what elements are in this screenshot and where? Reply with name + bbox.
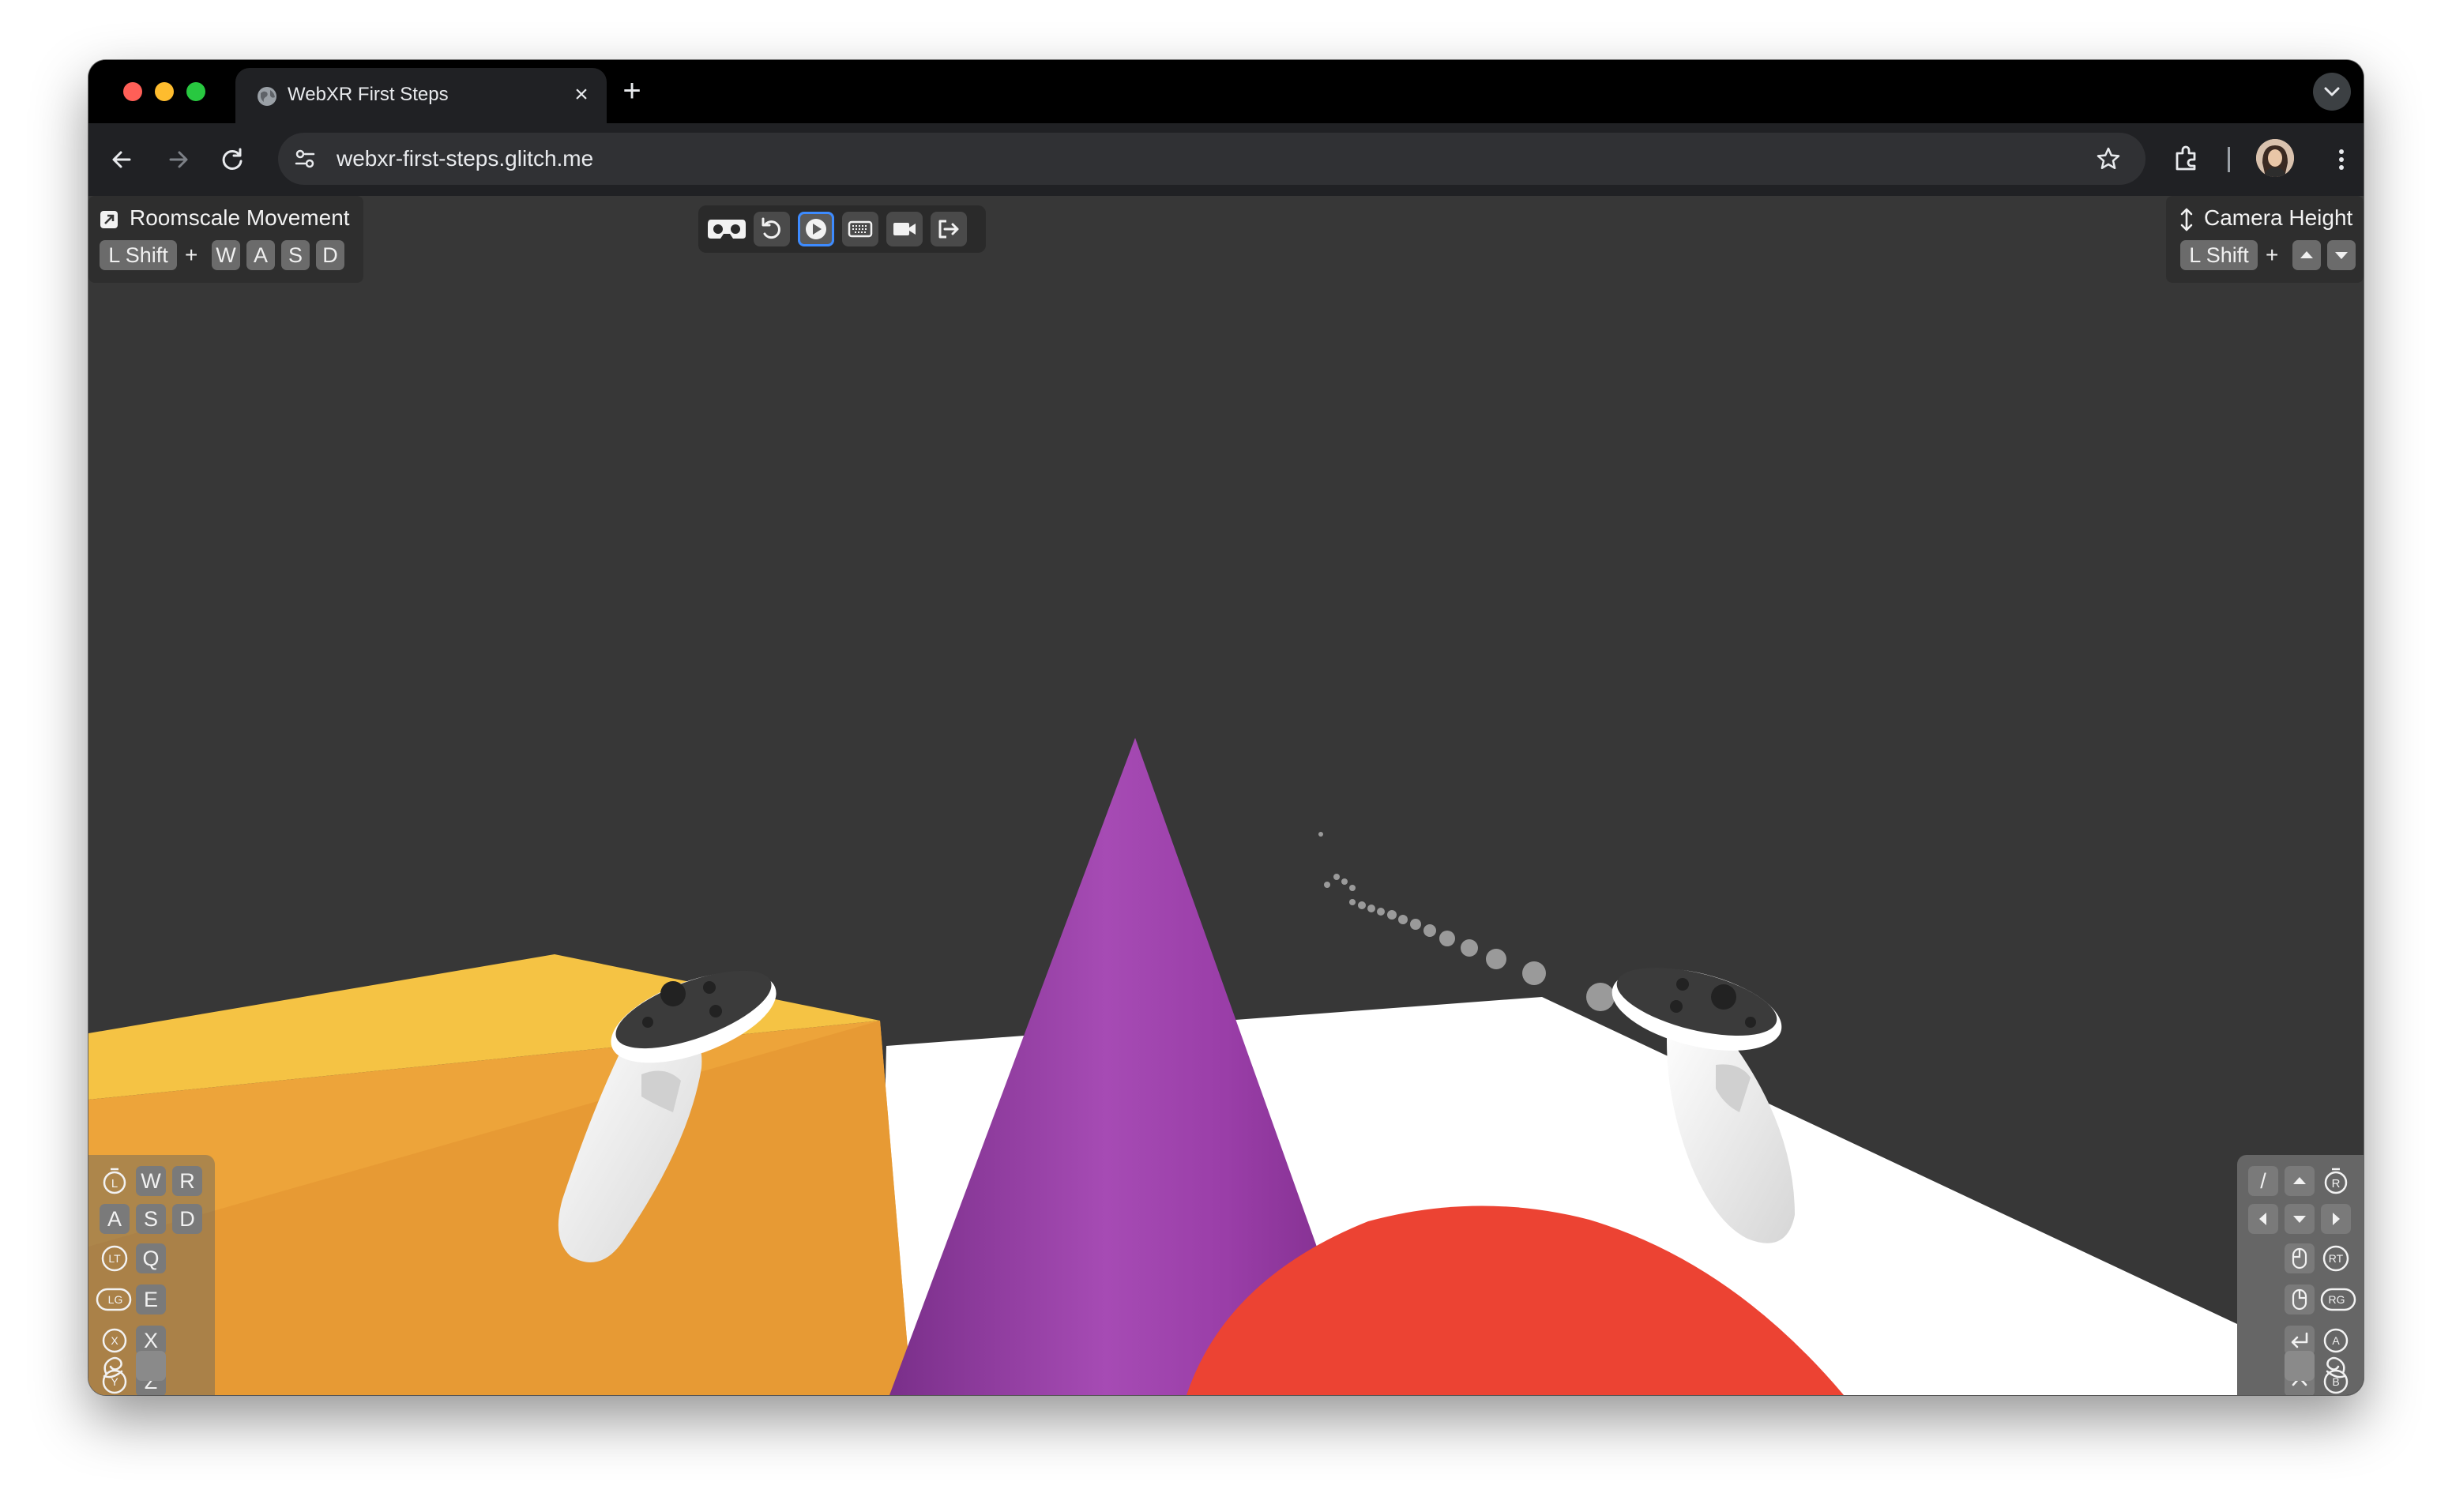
- right-trigger-icon: RT: [2322, 1245, 2349, 1272]
- caret-up-icon: [2300, 251, 2313, 258]
- key-s: S: [136, 1204, 166, 1234]
- roomscale-icon: [100, 211, 118, 228]
- profile-avatar[interactable]: [2256, 139, 2294, 177]
- exit-button[interactable]: [931, 212, 967, 246]
- arrow-up-key: [2285, 1166, 2315, 1196]
- key-q: Q: [136, 1243, 166, 1273]
- minimize-window-button[interactable]: [155, 82, 174, 101]
- plus-sign: +: [185, 243, 198, 267]
- more-menu-icon[interactable]: [2326, 144, 2357, 175]
- key-slash: /: [2248, 1166, 2278, 1196]
- icon-label: L: [111, 1177, 118, 1190]
- new-tab-button[interactable]: +: [618, 75, 646, 107]
- caret-up-icon: [2293, 1177, 2306, 1184]
- play-button[interactable]: [798, 212, 834, 246]
- caret-left-icon: [2259, 1213, 2266, 1225]
- particle-trail: [1318, 832, 1615, 1011]
- left-shift-key: L Shift: [100, 240, 177, 270]
- keyboard-button[interactable]: [842, 212, 878, 246]
- 3d-scene: [88, 738, 2237, 1395]
- video-camera-icon: [893, 223, 916, 235]
- tab-search-button[interactable]: [2313, 73, 2351, 111]
- up-arrow-key: [2292, 240, 2321, 270]
- play-icon: [806, 219, 826, 239]
- icon-label: RT: [2329, 1252, 2344, 1265]
- icon-label: LT: [108, 1252, 121, 1265]
- icon-label: LG: [108, 1293, 123, 1306]
- key-w: W: [212, 240, 240, 270]
- key-r: R: [172, 1166, 202, 1196]
- url-text: webxr-first-steps.glitch.me: [337, 146, 594, 171]
- tab-title: WebXR First Steps: [288, 84, 449, 105]
- key-d: D: [316, 240, 344, 270]
- address-bar[interactable]: webxr-first-steps.glitch.me: [278, 133, 2146, 185]
- caret-right-icon: [2333, 1213, 2340, 1225]
- camera-height-title: Camera Height: [2204, 205, 2353, 230]
- right-thumbstick-icon: R: [2324, 1168, 2348, 1194]
- reload-icon[interactable]: [216, 144, 248, 175]
- left-grip-icon: LG: [96, 1288, 132, 1311]
- globe-icon: [258, 87, 276, 106]
- chevron-down-icon: [2324, 87, 2340, 96]
- right-grip-icon: RG: [2320, 1288, 2356, 1311]
- arrow-left-key: [2248, 1204, 2278, 1234]
- icon-label: RG: [2329, 1293, 2345, 1306]
- vertical-arrows-icon: [2180, 208, 2193, 231]
- reset-button[interactable]: [754, 212, 790, 246]
- reset-icon: [762, 217, 780, 239]
- headset-icon[interactable]: [706, 216, 747, 242]
- blank-key: [2285, 1351, 2315, 1381]
- close-window-button[interactable]: [123, 82, 142, 101]
- zoom-window-button[interactable]: [186, 82, 205, 101]
- pinch-gesture-icon: [103, 1356, 123, 1378]
- caret-down-icon: [2293, 1216, 2306, 1223]
- mouse-left-click-icon: [2292, 1247, 2307, 1269]
- toolbar-divider: [2228, 147, 2230, 172]
- plus-sign: +: [2266, 243, 2279, 267]
- bookmark-star-icon[interactable]: [2095, 145, 2122, 172]
- left-thumbstick-icon: L: [103, 1168, 126, 1194]
- exit-icon: [938, 220, 959, 239]
- browser-window: WebXR First Steps × + webxr-first-steps.…: [88, 60, 2364, 1395]
- roomscale-title: Roomscale Movement: [130, 205, 350, 230]
- avatar-image: [2256, 139, 2294, 177]
- camera-height-panel: Camera Height L Shift +: [2166, 196, 2364, 283]
- back-icon[interactable]: [106, 144, 137, 175]
- pinch-gesture-icon: [2326, 1356, 2346, 1378]
- video-camera-button[interactable]: [886, 212, 923, 246]
- left-shift-key: L Shift: [2180, 240, 2258, 270]
- keyboard-icon: [848, 220, 873, 238]
- key-s: S: [281, 240, 310, 270]
- left-trigger-icon: LT: [101, 1245, 128, 1272]
- down-arrow-key: [2327, 240, 2356, 270]
- mouse-right-click-icon: [2292, 1288, 2307, 1311]
- right-mouse-key: [2285, 1284, 2315, 1315]
- key-a: A: [100, 1204, 130, 1234]
- close-tab-icon[interactable]: ×: [570, 83, 592, 107]
- emulator-control-bar: [698, 205, 986, 253]
- arrow-right-key: [2321, 1204, 2351, 1234]
- roomscale-movement-panel: Roomscale Movement L Shift + W A S D: [88, 196, 363, 283]
- key-d: D: [172, 1204, 202, 1234]
- caret-down-icon: [2335, 252, 2348, 259]
- key-a: A: [246, 240, 275, 270]
- tab-bar: WebXR First Steps × +: [88, 60, 2364, 123]
- key-w: W: [136, 1166, 166, 1196]
- site-settings-icon[interactable]: [292, 146, 318, 171]
- icon-label: R: [2332, 1177, 2341, 1190]
- left-keymap-bottom-row: [88, 1343, 215, 1395]
- arrow-down-key: [2285, 1204, 2315, 1234]
- tab-webxr-first-steps[interactable]: WebXR First Steps ×: [235, 68, 607, 123]
- browser-toolbar: webxr-first-steps.glitch.me: [88, 123, 2364, 197]
- key-e: E: [136, 1284, 166, 1315]
- left-mouse-key: [2285, 1243, 2315, 1273]
- right-keymap-bottom-row: [2237, 1343, 2364, 1395]
- extensions-icon[interactable]: [2171, 142, 2202, 174]
- webxr-canvas[interactable]: Roomscale Movement L Shift + W A S D Cam…: [88, 196, 2364, 1395]
- forward-icon[interactable]: [163, 144, 194, 175]
- blank-key: [136, 1351, 166, 1381]
